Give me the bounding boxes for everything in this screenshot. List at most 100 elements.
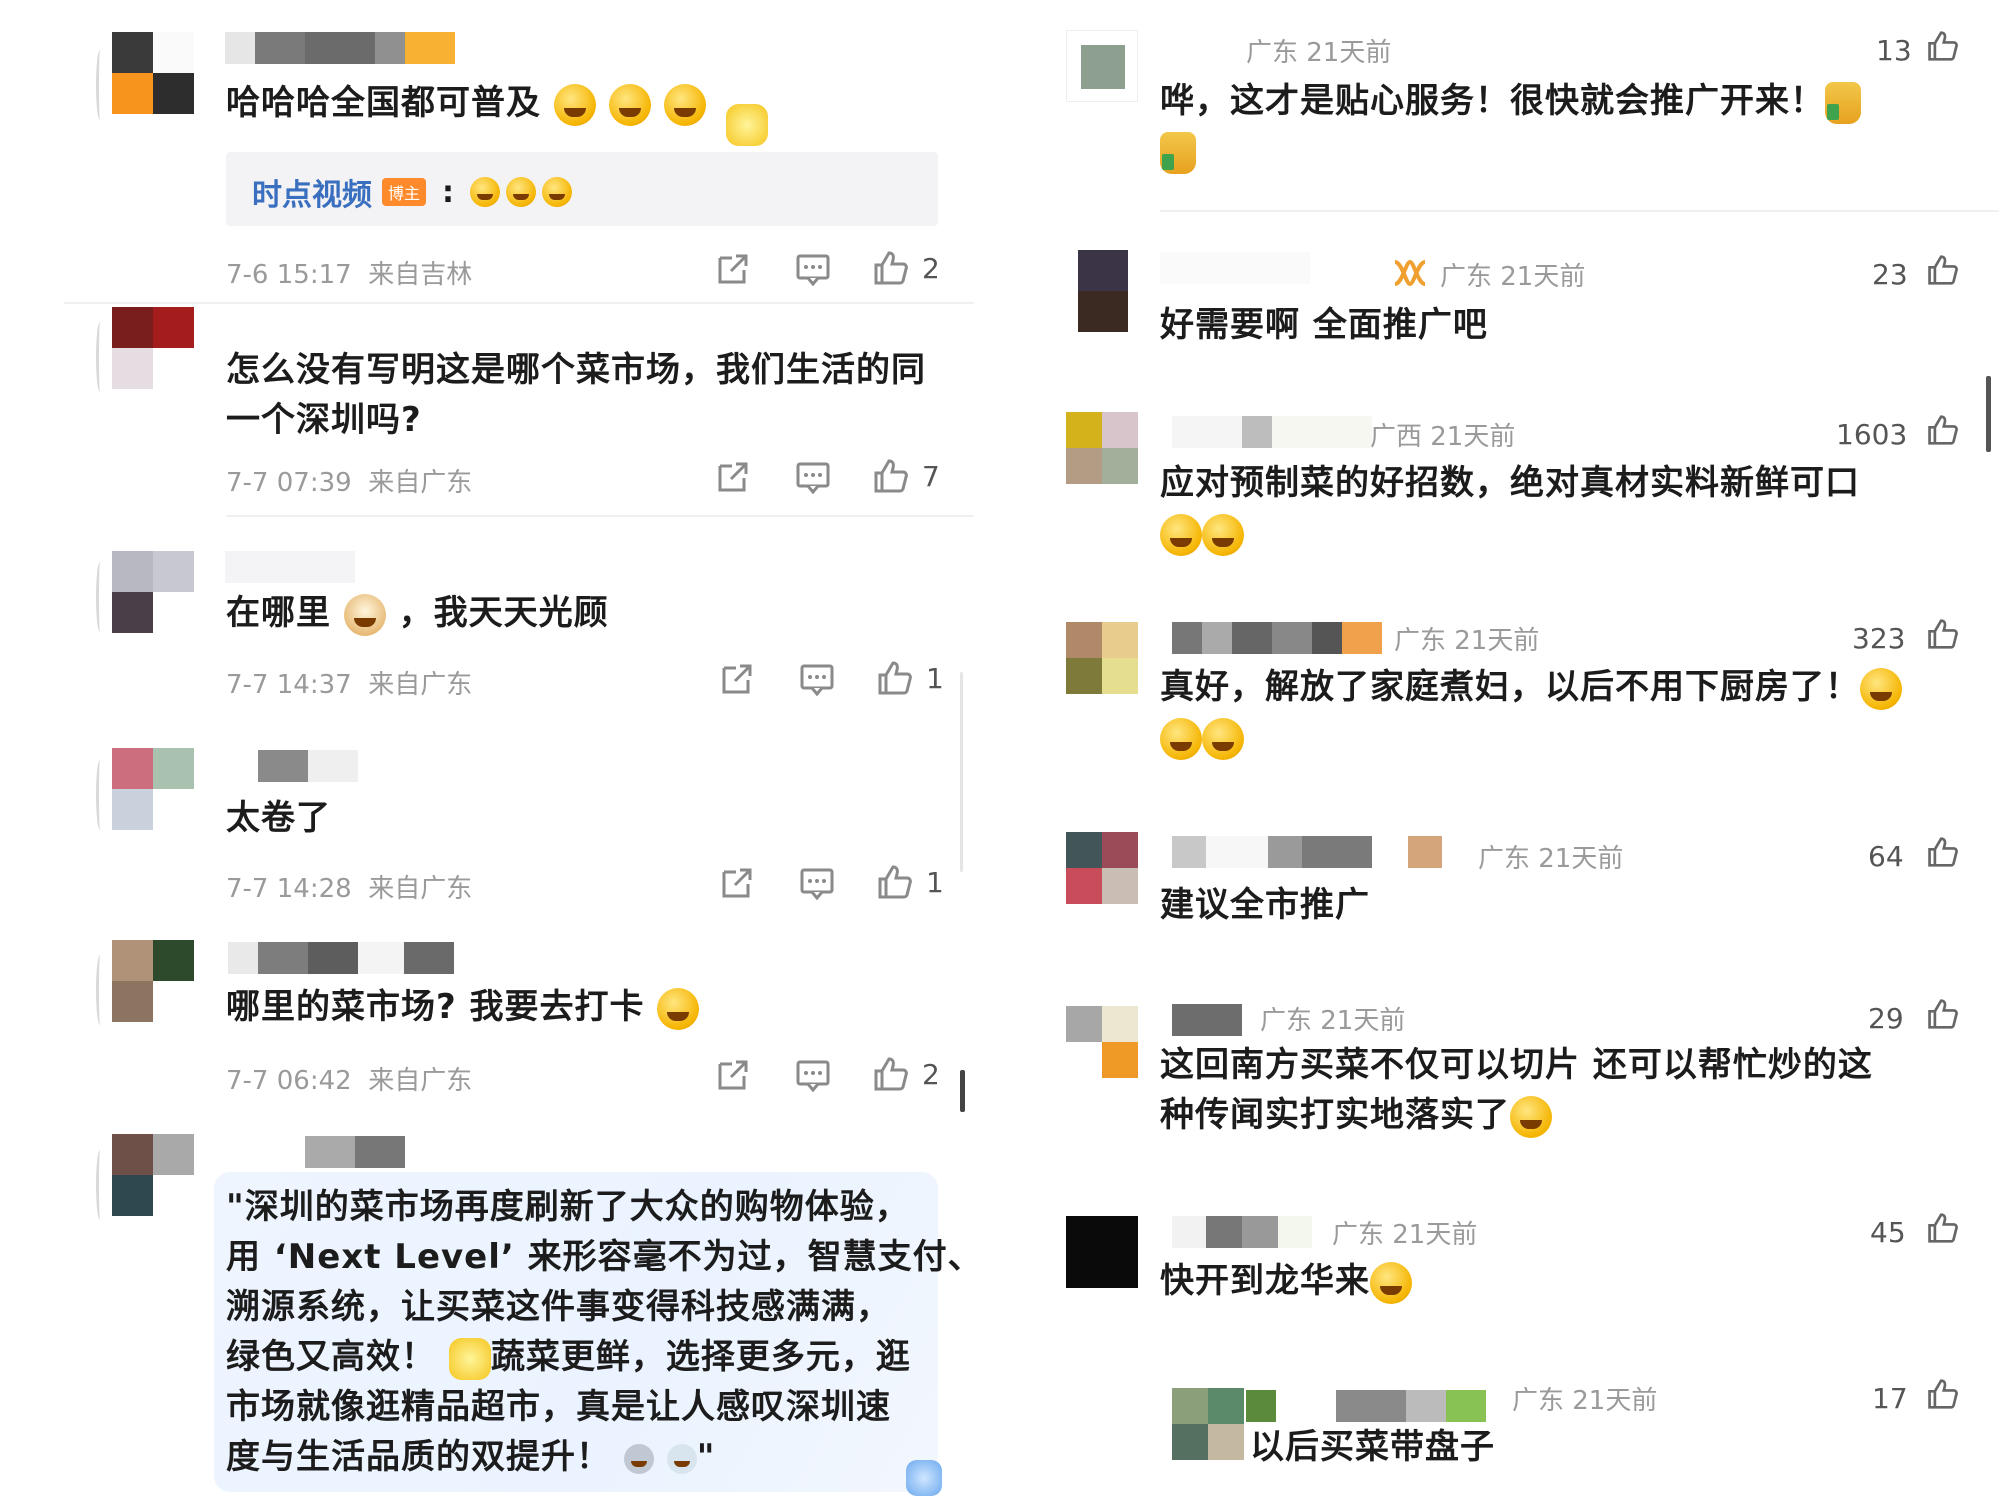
username-blurred[interactable] (1246, 1390, 1486, 1422)
like-icon[interactable] (1926, 1378, 1958, 1410)
comment-text: 建议全市推广 (1160, 885, 1370, 925)
dash-emoji-icon (666, 1443, 697, 1474)
crying-laughing-emoji-icon (1510, 1095, 1552, 1138)
like-count: 17 (1872, 1382, 1908, 1415)
like-count: 13 (1876, 34, 1912, 67)
heart-eyes-emoji-icon (553, 83, 596, 126)
username-blurred[interactable] (228, 942, 454, 974)
comment-location-time: 广东 21天前 (1260, 1006, 1406, 1036)
comment-text: 真好，解放了家庭煮妇，以后不用下厨房了！ (1160, 662, 1960, 762)
avatar[interactable] (112, 551, 194, 633)
hug-emoji-icon (470, 177, 501, 207)
scrollbar-thumb[interactable] (960, 1070, 965, 1112)
comment-meta: 7-7 07:39 来自广东 (226, 468, 473, 498)
comment-text: 哈哈哈全国都可普及 (226, 78, 706, 128)
thumbs-up-emoji-icon (1160, 131, 1196, 174)
username-blurred[interactable] (1160, 252, 1310, 284)
username-blurred[interactable] (1172, 836, 1442, 868)
like-count: 7 (922, 460, 940, 493)
avatar[interactable] (112, 940, 194, 1022)
comment-location-time: 广东 21天前 (1394, 626, 1540, 656)
username-blurred[interactable] (1172, 1216, 1312, 1248)
like-icon[interactable] (1926, 254, 1958, 286)
username-blurred[interactable] (1172, 1004, 1242, 1036)
share-icon[interactable] (716, 1058, 750, 1092)
comment-location-time: 广东 21天前 (1246, 38, 1392, 68)
comment-text: 应对预制菜的好招数，绝对真材实料新鲜可口 (1160, 458, 1950, 558)
like-icon[interactable] (872, 1056, 908, 1092)
comment-location-time: 广东 21天前 (1512, 1386, 1658, 1416)
comment-meta: 7-7 14:37 来自广东 (226, 670, 473, 700)
share-icon[interactable] (720, 866, 754, 900)
avatar[interactable] (1066, 30, 1138, 102)
like-icon[interactable] (876, 660, 912, 696)
hug-emoji-icon (542, 177, 573, 207)
comment-text: 哪里的菜市场? 我要去打卡 (226, 982, 700, 1032)
share-icon[interactable] (720, 662, 754, 696)
left-comment-panel: 哈哈哈全国都可普及 时点视频 博主 : 7-6 15:17 来自吉林 2 怎么没… (0, 0, 1000, 1499)
share-icon[interactable] (716, 460, 750, 494)
comment-meta: 7-6 15:17 来自吉林 (226, 260, 473, 290)
comment-location-time: 广西 21天前 (1370, 422, 1516, 452)
right-comment-panel: 广东 21天前 13 哗，这才是贴心服务！很快就会推广开来！ 广东 21天前 2… (1000, 0, 1999, 1499)
like-count: 1 (926, 662, 944, 695)
comment-icon[interactable] (796, 462, 830, 494)
avatar[interactable] (1066, 1006, 1138, 1078)
username-blurred[interactable] (225, 32, 455, 64)
heart-eyes-emoji-icon (608, 83, 651, 126)
like-icon[interactable] (1926, 998, 1958, 1030)
avatar[interactable] (1066, 622, 1138, 694)
like-icon[interactable] (1926, 30, 1958, 62)
diamond-badge-icon (726, 104, 768, 146)
comment-meta: 7-7 06:42 来自广东 (226, 1066, 473, 1096)
comment-text: 哗，这才是贴心服务！很快就会推广开来！ (1160, 76, 1930, 176)
666-emoji-icon (1160, 717, 1202, 760)
author-reply[interactable]: 时点视频 博主 : (226, 152, 938, 226)
avatar[interactable] (112, 748, 194, 830)
comment-text: 怎么没有写明这是哪个菜市场，我们生活的同 一个深圳吗? (226, 350, 926, 440)
comment-icon[interactable] (800, 868, 834, 900)
avatar[interactable] (112, 32, 194, 114)
vip-icon (1394, 259, 1426, 287)
comment-location-time: 广东 21天前 (1478, 844, 1624, 874)
comment-text: "深圳的菜市场再度刷新了大众的购物体验， 用 ‘Next Level’ 来形容毫… (226, 1187, 983, 1477)
comment-icon[interactable] (800, 664, 834, 696)
comment-location-time: 广东 21天前 (1440, 262, 1586, 292)
like-icon[interactable] (876, 864, 912, 900)
scrollbar-thumb[interactable] (1986, 376, 1991, 452)
comment-location-time: 广东 21天前 (1332, 1220, 1478, 1250)
like-icon[interactable] (1926, 414, 1958, 446)
scrollbar[interactable] (960, 672, 963, 872)
avatar[interactable] (1066, 832, 1138, 904)
like-icon[interactable] (1926, 836, 1958, 868)
like-icon[interactable] (1926, 618, 1958, 650)
avatar[interactable] (1066, 1216, 1138, 1288)
avatar[interactable] (1078, 250, 1128, 332)
like-icon[interactable] (872, 250, 908, 286)
laughing-emoji-icon (657, 987, 700, 1030)
username-blurred[interactable] (305, 1136, 405, 1168)
avatar[interactable] (112, 307, 194, 389)
reply-author-name[interactable]: 时点视频 (252, 170, 372, 214)
like-count: 23 (1872, 258, 1908, 291)
avatar[interactable] (1066, 412, 1138, 484)
username-blurred[interactable] (1172, 622, 1382, 654)
like-icon[interactable] (1926, 1212, 1958, 1244)
avatar[interactable] (112, 1134, 194, 1216)
comment-text: 好需要啊 全面推广吧 (1160, 305, 1488, 345)
share-icon[interactable] (716, 252, 750, 286)
comment-text: 太卷了 (226, 798, 331, 838)
username-blurred[interactable] (225, 551, 355, 583)
avatar[interactable] (1172, 1388, 1244, 1460)
hug-emoji-icon (506, 177, 537, 207)
like-icon[interactable] (872, 458, 908, 494)
username-blurred[interactable] (1172, 416, 1372, 448)
doge-emoji-icon (343, 593, 386, 636)
666-emoji-icon (1202, 717, 1244, 760)
comment-meta: 7-7 14:28 来自广东 (226, 874, 473, 904)
comment-icon[interactable] (796, 1060, 830, 1092)
username-blurred[interactable] (258, 750, 358, 782)
grinning-emoji-icon (1370, 1261, 1412, 1304)
comment-icon[interactable] (796, 254, 830, 286)
comment-text: 快开到龙华来 (1160, 1256, 1412, 1306)
